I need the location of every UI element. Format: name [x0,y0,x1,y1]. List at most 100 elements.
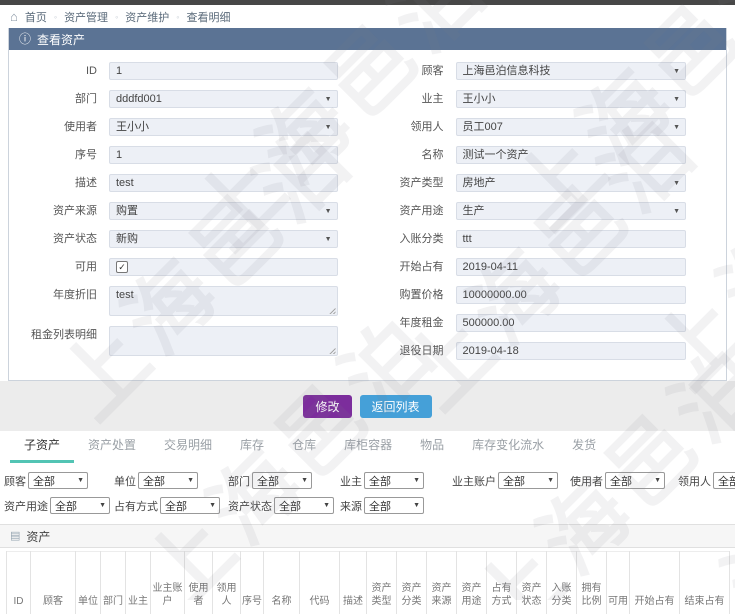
breadcrumb: ⌂首页◦资产管理◦资产维护◦查看明细 [0,5,735,28]
field-select[interactable]: 王小小▼ [456,90,687,108]
column-header: 部门 [101,552,126,614]
checkbox[interactable]: ✓ [116,261,128,273]
filter-item: 资产状态全部▼ [228,497,340,514]
field-value: 2019-04-18 [463,345,519,357]
filter-value: 全部 [55,498,77,514]
field-label: 资产用途 [368,202,456,220]
tab-2[interactable]: 资产处置 [74,431,150,463]
form-row: 开始占有 2019-04-11 [368,258,727,276]
filter-select[interactable]: 全部 ▼ [50,497,110,514]
field-input[interactable]: 2019-04-18 [456,342,687,360]
field-select[interactable]: 生产▼ [456,202,687,220]
column-header: 资产状态 [517,552,547,614]
tab-3[interactable]: 交易明细 [150,431,226,463]
field-select[interactable]: dddfd001▼ [109,90,338,108]
form-row: 资产来源购置▼ [9,202,368,220]
chevron-down-icon: ▼ [654,477,661,484]
panel-body: ID1部门dddfd001▼使用者王小小▼序号1描述test资产来源购置▼资产状… [9,50,726,380]
filter-select[interactable]: 全部▼ [364,472,424,489]
breadcrumb-separator-icon: ◦ [115,12,118,22]
column-header: 描述 [340,552,367,614]
field-input[interactable]: 1 [109,62,338,80]
field-label: 开始占有 [368,258,456,276]
breadcrumb-item-2[interactable]: 资产管理 [64,9,108,25]
form-row: 年度折旧test [9,286,368,316]
filter-select[interactable]: 全部▼ [364,497,424,514]
filter-area: 顾客全部▼单位全部▼部门全部▼业主全部▼业主账户全部▼使用者全部▼领用人全部▼ … [0,463,735,524]
field-select[interactable]: 上海邑泊信息科技▼ [456,62,687,80]
form-row: 入账分类ttt [368,230,727,248]
field-value: 员工007 [463,121,503,133]
field-textarea[interactable] [109,326,338,356]
column-header: 业主 [126,552,151,614]
filter-value: 全部 [718,473,735,489]
filter-item: 使用者全部▼ [570,472,678,489]
chevron-down-icon: ▼ [99,502,106,509]
form-row: 可用✓ [9,258,368,276]
filter-select[interactable]: 全部▼ [28,472,88,489]
tab-9[interactable]: 发货 [558,431,610,463]
filter-label: 资产状态 [228,498,272,514]
button-band: 修改 返回列表 [0,381,735,431]
filter-select[interactable]: 全部▼ [138,472,198,489]
field-label: 年度租金 [368,314,456,332]
filter-select[interactable]: 全部▼ [713,472,735,489]
filter-row-2: 资产用途全部▼占有方式全部▼资产状态全部▼来源全部▼ [4,497,731,514]
field-input[interactable]: test [109,174,338,192]
column-header: 拥有比例 [577,552,607,614]
asset-form: ID1部门dddfd001▼使用者王小小▼序号1描述test资产来源购置▼资产状… [9,62,726,370]
tab-1[interactable]: 子资产 [10,431,74,463]
filter-select[interactable]: 全部▼ [160,497,220,514]
filter-value: 全部 [257,473,279,489]
field-select[interactable]: 王小小▼ [109,118,338,136]
chevron-down-icon: ▼ [413,477,420,484]
filter-item: 来源全部▼ [340,497,452,514]
filter-label: 占有方式 [114,498,158,514]
field-select[interactable]: 新购▼ [109,230,338,248]
field-value: 2019-04-11 [463,261,518,273]
filter-label: 顾客 [4,473,26,489]
column-header: 业主账户 [151,552,185,614]
column-header: 开始占有 [630,552,680,614]
filter-select[interactable]: 全部▼ [252,472,312,489]
field-input[interactable]: 10000000.00 [456,286,687,304]
back-to-list-button[interactable]: 返回列表 [360,395,432,418]
field-value: 生产 [463,205,485,217]
field-select[interactable]: 购置▼ [109,202,338,220]
field-value: test [116,177,134,189]
field-select[interactable]: 员工007▼ [456,118,687,136]
filter-select[interactable]: 全部▼ [605,472,665,489]
field-label: 使用者 [9,118,109,136]
resize-grip-icon [328,306,336,314]
tab-8[interactable]: 库存变化流水 [458,431,558,463]
column-header: 顾客 [31,552,76,614]
filter-select[interactable]: 全部▼ [498,472,558,489]
filter-item: 领用人全部▼ [678,472,735,489]
filter-select[interactable]: 全部▼ [274,497,334,514]
tab-6[interactable]: 库柜容器 [330,431,406,463]
breadcrumb-item-1[interactable]: 首页 [25,9,47,25]
field-textarea[interactable]: test [109,286,338,316]
field-input[interactable]: 2019-04-11 [456,258,687,276]
field-input[interactable]: 测试一个资产 [456,146,687,164]
column-header: 资产分类 [397,552,427,614]
tab-4[interactable]: 库存 [226,431,278,463]
edit-button[interactable]: 修改 [303,395,351,418]
field-checkbox-wrap: ✓ [109,258,338,276]
column-header: 代码 [300,552,340,614]
field-label: 退役日期 [368,342,456,360]
filter-value: 全部 [279,498,301,514]
form-row: 业主王小小▼ [368,90,727,108]
field-input[interactable]: 1 [109,146,338,164]
field-input[interactable]: ttt [456,230,687,248]
tab-7[interactable]: 物品 [406,431,458,463]
tab-5[interactable]: 仓库 [278,431,330,463]
filter-label: 部门 [228,473,250,489]
field-select[interactable]: 房地产▼ [456,174,687,192]
filter-value: 全部 [503,473,525,489]
field-input[interactable]: 500000.00 [456,314,687,332]
form-row: 领用人员工007▼ [368,118,727,136]
asset-section-bar: ▤ 资产 [0,524,735,548]
breadcrumb-item-3[interactable]: 资产维护 [125,9,169,25]
breadcrumb-item-4[interactable]: 查看明细 [186,9,230,25]
